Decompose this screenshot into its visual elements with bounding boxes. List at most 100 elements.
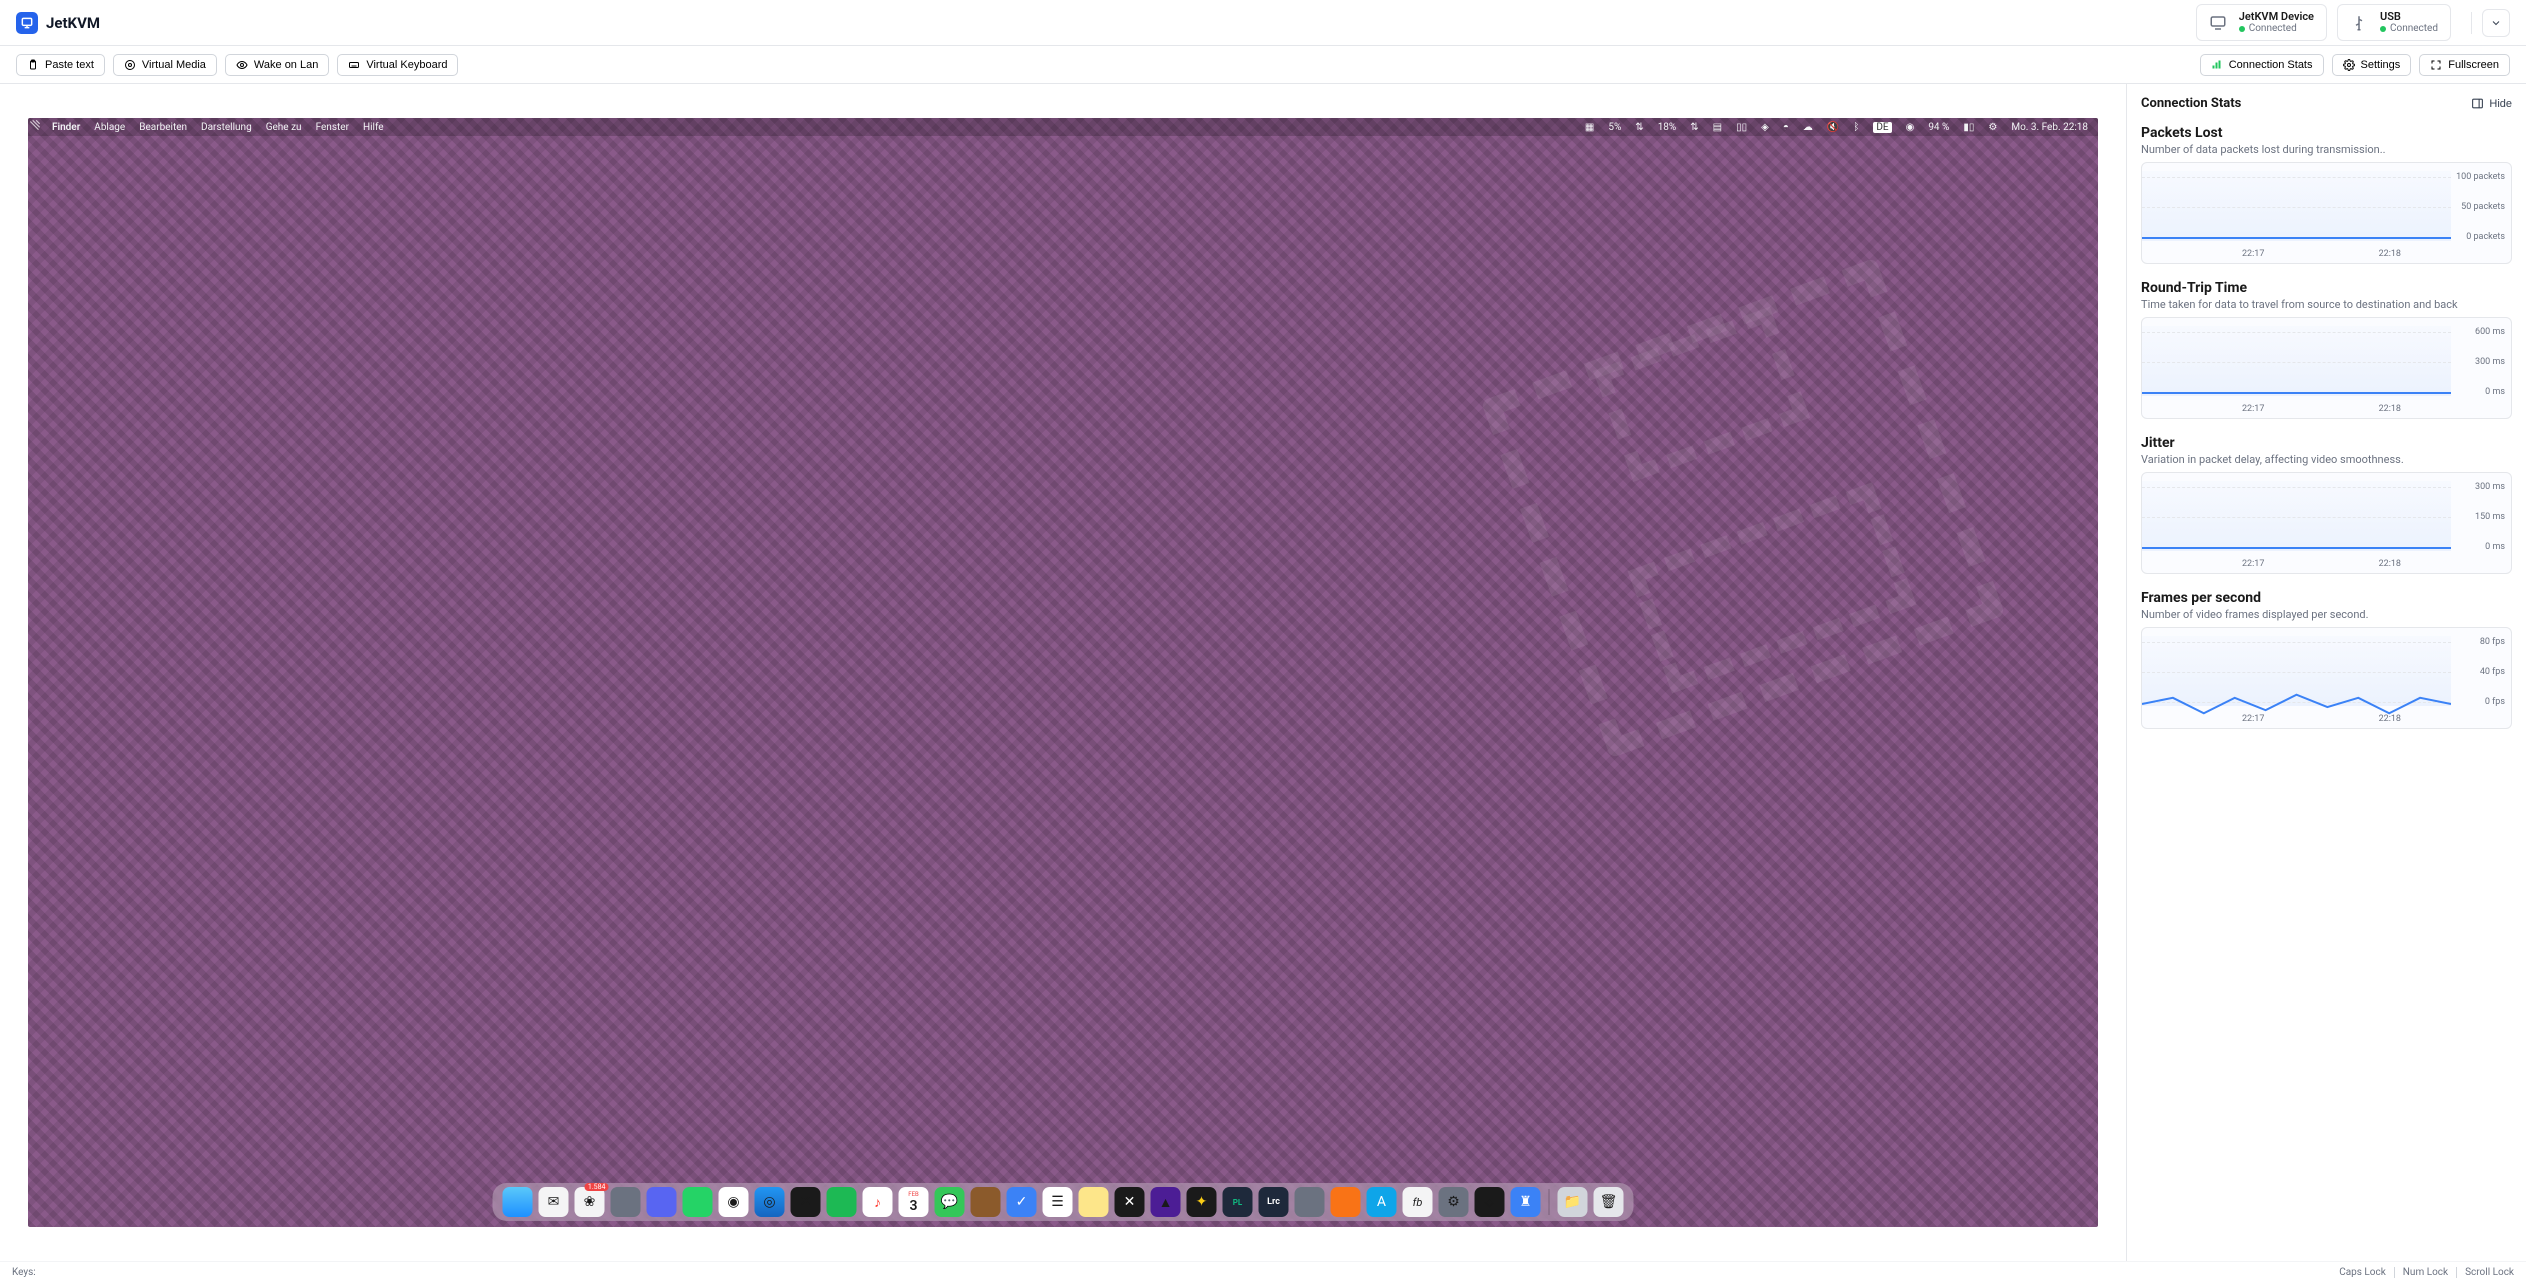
hide-panel-button[interactable]: Hide <box>2471 97 2512 110</box>
dock-app-icon[interactable] <box>1331 1187 1361 1217</box>
settings-button[interactable]: Settings <box>2332 54 2412 76</box>
x-axis-label: 22:17 <box>2242 559 2264 569</box>
dock-appstore-icon[interactable]: A <box>1367 1187 1397 1217</box>
button-label: Settings <box>2361 59 2401 71</box>
mac-menu-item[interactable]: Finder <box>52 122 80 133</box>
wake-on-lan-button[interactable]: Wake on Lan <box>225 54 329 76</box>
virtual-keyboard-button[interactable]: Virtual Keyboard <box>337 54 458 76</box>
dock-safari-icon[interactable]: ◎ <box>755 1187 785 1217</box>
mac-menu-item[interactable]: Hilfe <box>363 122 384 133</box>
mac-menu-item[interactable]: Bearbeiten <box>139 122 187 133</box>
menubar-percent[interactable]: 18% <box>1658 122 1677 133</box>
panel-title: Connection Stats <box>2141 96 2241 111</box>
menubar-shield-icon[interactable]: ◓ <box>1783 122 1789 133</box>
fullscreen-button[interactable]: Fullscreen <box>2419 54 2510 76</box>
dock-app-icon[interactable] <box>971 1187 1001 1217</box>
device-status-pill[interactable]: JetKVM Device Connected <box>2196 4 2327 41</box>
dock-reminders-icon[interactable]: ☰ <box>1043 1187 1073 1217</box>
x-axis-label: 22:18 <box>2379 404 2401 414</box>
dock-whatsapp-icon[interactable] <box>683 1187 713 1217</box>
chart-line <box>2142 392 2451 394</box>
dock-lightroom-icon[interactable]: Lrc <box>1259 1187 1289 1217</box>
x-axis-label: 22:18 <box>2379 559 2401 569</box>
usb-icon <box>2350 14 2368 32</box>
y-axis-label: 100 packets <box>2456 172 2505 182</box>
menubar-lang[interactable]: DE <box>1873 122 1891 133</box>
usb-status: Connected <box>2390 23 2438 35</box>
usb-title: USB <box>2380 10 2438 23</box>
chart-fill <box>2142 171 2451 241</box>
menubar-mute-icon[interactable]: 🔇 <box>1827 122 1839 133</box>
menubar-datetime[interactable]: Mo. 3. Feb. 22:18 <box>2011 122 2088 133</box>
dock-music-icon[interactable]: ♪ <box>863 1187 893 1217</box>
menubar-stat-icon[interactable]: ▦ <box>1585 122 1594 133</box>
gear-icon <box>2343 59 2355 71</box>
x-axis-labels: 22:17 22:18 <box>2142 714 2451 724</box>
mac-menu-item[interactable]: Darstellung <box>201 122 252 133</box>
paste-text-button[interactable]: Paste text <box>16 54 105 76</box>
menubar-control-icon[interactable]: ⚙ <box>1988 122 1997 133</box>
sidebar-icon <box>2471 97 2484 110</box>
divider <box>2471 12 2472 34</box>
dock-app-icon[interactable] <box>611 1187 641 1217</box>
menubar-wifi-icon[interactable]: ◉ <box>1906 122 1915 133</box>
dock-notes-icon[interactable] <box>1079 1187 1109 1217</box>
dock-settings-icon[interactable]: ⚙ <box>1439 1187 1469 1217</box>
dock-chrome-icon[interactable]: ◉ <box>719 1187 749 1217</box>
button-label: Hide <box>2489 98 2512 110</box>
remote-screen[interactable]: Finder Ablage Bearbeiten Darstellung Geh… <box>28 118 2098 1227</box>
dock-app-icon[interactable] <box>1295 1187 1325 1217</box>
menubar-updown-icon[interactable]: ⇅ <box>1635 122 1643 133</box>
dock-app-icon[interactable]: ✕ <box>1115 1187 1145 1217</box>
dock-app-icon[interactable]: ♜ <box>1511 1187 1541 1217</box>
dock-folder-icon[interactable]: 📁 <box>1558 1187 1588 1217</box>
chart-desc: Number of data packets lost during trans… <box>2141 143 2512 156</box>
caps-lock-indicator: Caps Lock <box>2331 1267 2386 1278</box>
dock-app-icon[interactable]: ▲ <box>1151 1187 1181 1217</box>
dock-photos-icon[interactable]: ❀1.584 <box>575 1187 605 1217</box>
dock-app-icon[interactable]: fb <box>1403 1187 1433 1217</box>
y-axis-label: 40 fps <box>2480 667 2505 677</box>
button-label: Connection Stats <box>2229 59 2313 71</box>
usb-status-pill[interactable]: USB Connected <box>2337 4 2451 41</box>
keyboard-icon <box>348 59 360 71</box>
dock-mail-icon[interactable]: ✉ <box>539 1187 569 1217</box>
brand[interactable]: JetKVM <box>16 12 100 34</box>
dock-app-icon[interactable]: ✕ <box>791 1187 821 1217</box>
connection-stats-button[interactable]: Connection Stats <box>2200 54 2324 76</box>
chart: 300 ms 150 ms 0 ms 22:17 22:18 <box>2141 472 2512 574</box>
dock-finder-icon[interactable] <box>503 1187 533 1217</box>
dock-container: ✉ ❀1.584 ◉ ◎ ✕ ♪ FEB3 💬 ✓ ☰ ✕ <box>493 1183 1634 1221</box>
menubar-cube-icon[interactable]: ◈ <box>1761 122 1769 133</box>
dock-messages-icon[interactable]: 💬 <box>935 1187 965 1217</box>
dock-trash-icon[interactable]: 🗑 <box>1594 1187 1624 1217</box>
menubar-bluetooth-icon[interactable]: ᛒ <box>1853 122 1859 133</box>
header-menu-button[interactable] <box>2482 9 2510 37</box>
resize-handle[interactable] <box>28 118 42 132</box>
y-axis-label: 50 packets <box>2461 202 2505 212</box>
dock-discord-icon[interactable] <box>647 1187 677 1217</box>
virtual-media-button[interactable]: Virtual Media <box>113 54 217 76</box>
menubar-layout-icon[interactable]: ▯▯ <box>1736 122 1747 133</box>
menubar-battery[interactable]: 94 % <box>1928 122 1949 133</box>
menubar-updown-icon[interactable]: ⇅ <box>1690 122 1698 133</box>
menubar-cloud-icon[interactable]: ☁ <box>1803 122 1813 133</box>
dock-spotify-icon[interactable] <box>827 1187 857 1217</box>
mac-menu-item[interactable]: Fenster <box>316 122 349 133</box>
y-axis-label: 300 ms <box>2475 357 2505 367</box>
chart-desc: Variation in packet delay, affecting vid… <box>2141 453 2512 466</box>
mac-menubar[interactable]: Finder Ablage Bearbeiten Darstellung Geh… <box>28 118 2098 136</box>
dock-app-icon[interactable]: ✦ <box>1187 1187 1217 1217</box>
mac-menu-item[interactable]: Ablage <box>94 122 125 133</box>
stat-block: Round-Trip Time Time taken for data to t… <box>2141 280 2512 419</box>
dock-things-icon[interactable]: ✓ <box>1007 1187 1037 1217</box>
dock-calendar-icon[interactable]: FEB3 <box>899 1187 929 1217</box>
x-axis-labels: 22:17 22:18 <box>2142 404 2451 414</box>
menubar-battery-icon[interactable]: ▮▯ <box>1963 122 1974 133</box>
dock-app-icon[interactable]: ◈ <box>1475 1187 1505 1217</box>
dock-app-icon[interactable]: PL <box>1223 1187 1253 1217</box>
menubar-percent[interactable]: 5% <box>1608 122 1621 133</box>
button-label: Virtual Keyboard <box>366 59 447 71</box>
menubar-graph-icon[interactable]: ▤ <box>1713 122 1722 133</box>
mac-menu-item[interactable]: Gehe zu <box>266 122 302 133</box>
